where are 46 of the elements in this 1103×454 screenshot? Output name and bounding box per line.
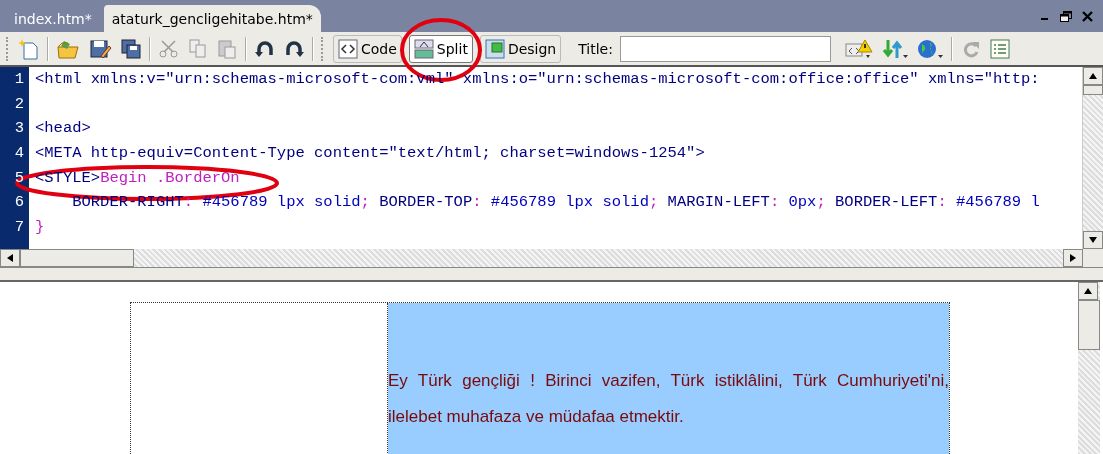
title-label: Title: xyxy=(578,40,613,57)
save-edit-icon[interactable] xyxy=(89,37,113,60)
code-line: <html xmlns:v="urn:schemas-microsoft-com:vml" xmlns:o="urn:schemas-microsoft-com:office:office" xmlns="http: xyxy=(34,70,1040,89)
code-line: <head> xyxy=(34,119,91,138)
code-line: <STYLE>Begin .BorderOn xyxy=(34,168,240,187)
restore-icon[interactable] xyxy=(1060,10,1072,22)
line-number: 3 xyxy=(13,119,25,138)
code-line: <META http-equiv=Content-Type content="text/html; charset=windows-1254"> xyxy=(34,144,705,163)
close-icon[interactable] xyxy=(1082,10,1093,22)
save-all-icon[interactable] xyxy=(120,37,142,60)
view-button[interactable]: Split xyxy=(408,34,473,63)
line-number: 4 xyxy=(13,144,25,163)
scrollbar-corner xyxy=(1083,249,1103,267)
code-view-icon xyxy=(338,38,358,59)
new-document-icon[interactable] xyxy=(18,37,40,60)
line-number: 2 xyxy=(13,94,25,113)
right-arrow-icon[interactable] xyxy=(1070,254,1076,262)
scissors-icon[interactable] xyxy=(158,37,180,60)
design-view-icon xyxy=(484,38,505,59)
paragraph-text: Ey Türk gençliği ! Birinci vazifen, Türk istiklâlini, Türk Cumhuriyeti'ni, ilelebet muhafaza ve müdafaa etmektir. xyxy=(388,370,949,428)
line-number: 6 xyxy=(13,193,25,212)
split-view-icon xyxy=(413,38,434,59)
up-arrow-icon[interactable] xyxy=(1089,73,1097,79)
clipboard-icon[interactable] xyxy=(216,37,238,60)
down-arrow-icon[interactable] xyxy=(1089,237,1097,243)
left-arrow-icon[interactable] xyxy=(7,254,13,262)
splitter-bar[interactable] xyxy=(0,268,1103,282)
view-button[interactable]: Design xyxy=(479,34,562,63)
vertical-scrollbar[interactable] xyxy=(1078,282,1100,454)
scroll-thumb[interactable] xyxy=(1078,300,1100,350)
validate-warning-icon[interactable] xyxy=(843,37,874,60)
up-arrow-icon[interactable] xyxy=(1084,288,1092,294)
line-number: 1 xyxy=(13,70,25,89)
line-number: 7 xyxy=(13,217,25,236)
title-field[interactable] xyxy=(619,35,831,62)
transfer-arrows-icon[interactable] xyxy=(880,37,909,60)
vertical-scrollbar[interactable] xyxy=(1082,67,1103,249)
globe-icon[interactable] xyxy=(915,37,944,60)
document-tab[interactable]: index.htm* xyxy=(6,5,100,32)
code-line: } xyxy=(34,217,45,236)
scroll-thumb[interactable] xyxy=(1083,85,1103,95)
view-button[interactable]: Code xyxy=(333,34,402,63)
document-tab[interactable]: ataturk_gencligehitabe.htm* xyxy=(103,5,321,32)
list-view-icon[interactable] xyxy=(988,37,1011,60)
scroll-thumb[interactable] xyxy=(20,249,134,267)
horizontal-scrollbar[interactable] xyxy=(0,249,1103,267)
